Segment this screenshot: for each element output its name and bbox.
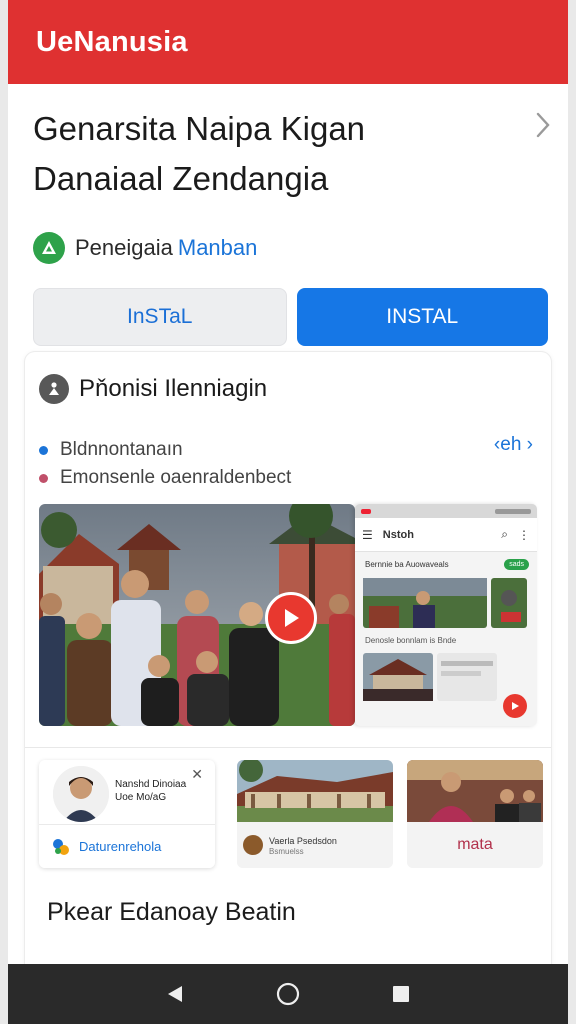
app-title-line1: Genarsita Naipa Kigan	[33, 110, 366, 147]
card-header-icon	[39, 374, 69, 404]
back-triangle-icon	[167, 986, 182, 1002]
bullet-text: Emonsenle oaenraldenbect	[60, 467, 292, 488]
media-tile[interactable]: Vaerla Psedsdon Bsmuelss	[237, 760, 393, 868]
nav-recents-button[interactable]	[386, 979, 416, 1009]
bullet-list: Bldnnontanaın Emonsenle oaenraldenbect ‹…	[25, 404, 551, 492]
play-icon	[285, 609, 299, 627]
video-thumbnail[interactable]	[39, 504, 355, 726]
system-nav-bar	[8, 964, 568, 1024]
app-screen: UeNanusia Genarsita Naipa Kigan Danaiaal…	[8, 0, 568, 964]
install-secondary-button[interactable]: InSTaL	[33, 288, 287, 346]
phone-subtext: Denosle bonnlam is Bnde	[365, 636, 457, 645]
phone-thumbnails	[355, 570, 537, 628]
phone-status-bar	[355, 504, 537, 518]
profile-tile[interactable]: Nanshd Dinoiaa Uoe Mo/aG ✕ Daturenrehola	[39, 760, 215, 868]
chevron-right-icon[interactable]	[534, 110, 552, 140]
divider	[25, 747, 551, 748]
media-tile-subtitle: Bsmuelss	[269, 846, 304, 856]
profile-tile-footer-label: Daturenrehola	[79, 839, 162, 854]
details-link[interactable]: ‹eh ›	[494, 434, 533, 456]
developer-accent[interactable]: Manban	[178, 235, 258, 261]
people-image	[407, 760, 543, 822]
phone-thumbnail-image	[363, 578, 487, 628]
phone-thumbnail-image	[363, 653, 433, 701]
channel-avatar	[243, 835, 263, 855]
app-title: Genarsita Naipa Kigan Danaiaal Zendangia	[33, 104, 513, 204]
card-title: Pňonisi Ilenniagin	[79, 375, 268, 402]
phone-menu-icon: ☰	[362, 527, 373, 542]
phone-screenshot[interactable]: ☰ Nstoh ⌕ ⋮ Bernnie ba Auowaveals sads D…	[355, 504, 537, 726]
recents-square-icon	[393, 986, 410, 1002]
app-title-line2: Danaiaal Zendangia	[33, 160, 329, 197]
app-bar: UeNanusia	[8, 0, 568, 84]
tile-row: Nanshd Dinoiaa Uoe Mo/aG ✕ Daturenrehola…	[39, 760, 543, 870]
phone-pill: sads	[504, 559, 529, 570]
install-primary-button[interactable]: INSTAL	[296, 288, 548, 346]
developer-label: Peneigaia	[75, 235, 173, 260]
phone-status-indicator	[361, 508, 371, 514]
app-header: Genarsita Naipa Kigan Danaiaal Zendangia…	[8, 84, 568, 264]
phone-thumbnail-image	[491, 578, 527, 628]
content-card: Pňonisi Ilenniagin Bldnnontanaın Emonsen…	[25, 352, 551, 964]
avatar	[53, 766, 109, 822]
building-image	[237, 760, 393, 822]
media-tile[interactable]: mata	[407, 760, 543, 868]
profile-name: Nanshd Dinoiaa Uoe Mo/aG	[115, 778, 195, 804]
bullet-text: Bldnnontanaın	[60, 439, 183, 460]
phone-more-icon: ⋮	[518, 527, 530, 542]
phone-search-icon: ⌕	[501, 527, 508, 541]
bullet-dot-pink	[39, 473, 48, 483]
profile-tile-footer[interactable]: Daturenrehola	[39, 824, 215, 868]
phone-toolbar: ☰ Nstoh ⌕ ⋮	[355, 518, 537, 552]
phone-row-text: Bernnie ba Auowaveals	[365, 560, 449, 569]
nav-home-button[interactable]	[273, 979, 303, 1009]
developer-row[interactable]: Peneigaia Manban	[33, 232, 546, 264]
section-title: Pkear Edanoay Beatin	[47, 898, 296, 926]
media-tile-footer: Vaerla Psedsdon Bsmuelss	[237, 822, 393, 868]
phone-thumbnail-image	[437, 653, 497, 701]
app-bar-title: UeNanusia	[36, 25, 188, 58]
media-tile-footer: mata	[407, 822, 543, 868]
phone-thumbnails	[355, 645, 537, 701]
phone-fab-button	[503, 694, 527, 718]
profile-name-line: Nanshd Dinoiaa	[115, 779, 187, 790]
close-icon[interactable]: ✕	[191, 766, 203, 783]
play-button[interactable]	[265, 592, 317, 644]
nav-back-button[interactable]	[160, 979, 190, 1009]
media-gallery: ☰ Nstoh ⌕ ⋮ Bernnie ba Auowaveals sads D…	[39, 504, 539, 728]
app-logo-icon	[53, 838, 69, 855]
card-header: Pňonisi Ilenniagin	[25, 352, 551, 404]
bullet-item: Emonsenle oaenraldenbect	[39, 464, 551, 492]
profile-meta-line: Uoe Mo/aG	[115, 792, 167, 803]
phone-toolbar-title: Nstoh	[382, 528, 414, 541]
phone-status-icons	[495, 508, 531, 514]
bullet-dot-blue	[39, 445, 48, 455]
developer-badge-icon	[33, 232, 65, 264]
media-tile-title: Vaerla Psedsdon	[269, 835, 337, 846]
home-circle-icon	[276, 982, 300, 1006]
install-buttons: InSTaL INSTAL	[8, 264, 568, 346]
bullet-item: Bldnnontanaın	[39, 436, 551, 464]
phone-row: Bernnie ba Auowaveals sads	[355, 552, 537, 570]
